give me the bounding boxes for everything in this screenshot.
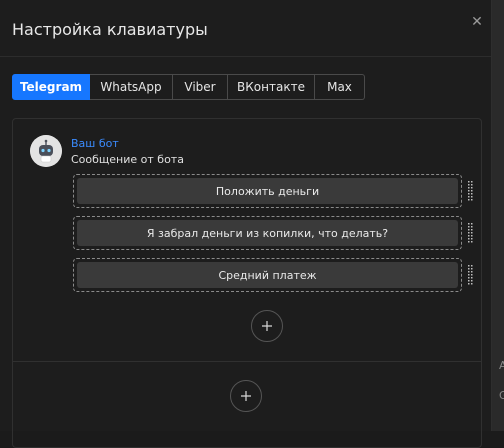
- keyboard-button[interactable]: Я забрал деньги из копилки, что делать?: [73, 216, 462, 250]
- backdrop-fragment: G: [499, 389, 504, 402]
- keyboard-settings-modal: Настройка клавиатуры ✕ Telegram WhatsApp…: [0, 0, 492, 448]
- add-button-icon[interactable]: [251, 310, 283, 342]
- drag-handle-icon[interactable]: [468, 181, 473, 201]
- tab-max[interactable]: Max: [315, 74, 365, 100]
- tab-whatsapp[interactable]: WhatsApp: [90, 74, 173, 100]
- bot-name: Ваш бот: [71, 137, 119, 150]
- keyboard-button[interactable]: Положить деньги: [73, 174, 462, 208]
- keyboard-button[interactable]: Средний платеж: [73, 258, 462, 292]
- backdrop-fragment: A: [499, 359, 504, 372]
- messenger-tabs: Telegram WhatsApp Viber ВКонтакте Max: [12, 74, 365, 100]
- bot-subtitle: Сообщение от бота: [71, 153, 184, 166]
- close-icon[interactable]: ✕: [470, 14, 484, 28]
- keyboard-button-label: Я забрал деньги из копилки, что делать?: [77, 220, 458, 246]
- tab-vkontakte[interactable]: ВКонтакте: [228, 74, 315, 100]
- panel-divider: [13, 361, 481, 362]
- drag-handle-icon[interactable]: [468, 265, 473, 285]
- tab-viber[interactable]: Viber: [173, 74, 228, 100]
- robot-icon: [30, 135, 62, 167]
- drag-handle-icon[interactable]: [468, 223, 473, 243]
- keyboard-button-label: Средний платеж: [77, 262, 458, 288]
- tab-telegram[interactable]: Telegram: [12, 74, 90, 100]
- modal-title: Настройка клавиатуры: [12, 20, 208, 39]
- keyboard-button-label: Положить деньги: [77, 178, 458, 204]
- keyboard-preview-panel: Ваш бот Сообщение от бота Положить деньг…: [12, 118, 482, 448]
- add-row-icon[interactable]: [230, 380, 262, 412]
- modal-header: Настройка клавиатуры ✕: [0, 0, 491, 57]
